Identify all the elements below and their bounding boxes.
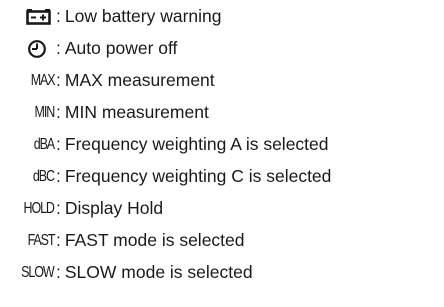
legend-text: MIN measurement bbox=[64, 102, 209, 123]
lcd-symbol-max: MAX bbox=[30, 72, 55, 89]
separator: : bbox=[56, 102, 61, 123]
lcd-symbol-hold: HOLD bbox=[23, 200, 55, 217]
legend-text: FAST mode is selected bbox=[64, 230, 245, 251]
legend-text: MAX measurement bbox=[64, 70, 215, 91]
lcd-symbol-min: MIN bbox=[34, 104, 55, 121]
legend-row-battery: : Low battery warning bbox=[0, 2, 222, 32]
legend-row-auto-power-off: : Auto power off bbox=[0, 34, 177, 64]
legend-text: Frequency weighting C is selected bbox=[64, 166, 332, 187]
legend-text: Low battery warning bbox=[64, 6, 222, 27]
legend-text: SLOW mode is selected bbox=[64, 262, 253, 283]
separator: : bbox=[56, 166, 61, 187]
legend-row-slow: SLOW : SLOW mode is selected bbox=[0, 258, 253, 288]
legend-row-hold: HOLD : Display Hold bbox=[0, 194, 163, 224]
legend-text: Auto power off bbox=[64, 38, 178, 59]
separator: : bbox=[56, 262, 61, 283]
legend-row-max: MAX : MAX measurement bbox=[0, 66, 215, 96]
legend-row-dbc: dBC : Frequency weighting C is selected bbox=[0, 162, 331, 192]
legend-row-dba: dBA : Frequency weighting A is selected bbox=[0, 130, 329, 160]
lcd-symbol-dba: dBA bbox=[33, 136, 55, 153]
separator: : bbox=[56, 38, 61, 59]
lcd-symbol-fast: FAST bbox=[27, 232, 55, 249]
lcd-symbol-slow: SLOW bbox=[21, 264, 55, 281]
separator: : bbox=[56, 6, 61, 27]
legend-text: Frequency weighting A is selected bbox=[64, 134, 329, 155]
lcd-symbol-legend: : Low battery warning : Auto power off MAX… bbox=[0, 0, 444, 307]
legend-row-fast: FAST : FAST mode is selected bbox=[0, 226, 245, 256]
separator: : bbox=[56, 70, 61, 91]
auto-power-off-icon bbox=[26, 38, 48, 60]
battery-low-icon bbox=[24, 7, 54, 27]
lcd-symbol-dbc: dBC bbox=[32, 168, 55, 185]
legend-text: Display Hold bbox=[64, 198, 164, 219]
legend-row-min: MIN : MIN measurement bbox=[0, 98, 209, 128]
separator: : bbox=[56, 198, 61, 219]
separator: : bbox=[56, 134, 61, 155]
separator: : bbox=[56, 230, 61, 251]
